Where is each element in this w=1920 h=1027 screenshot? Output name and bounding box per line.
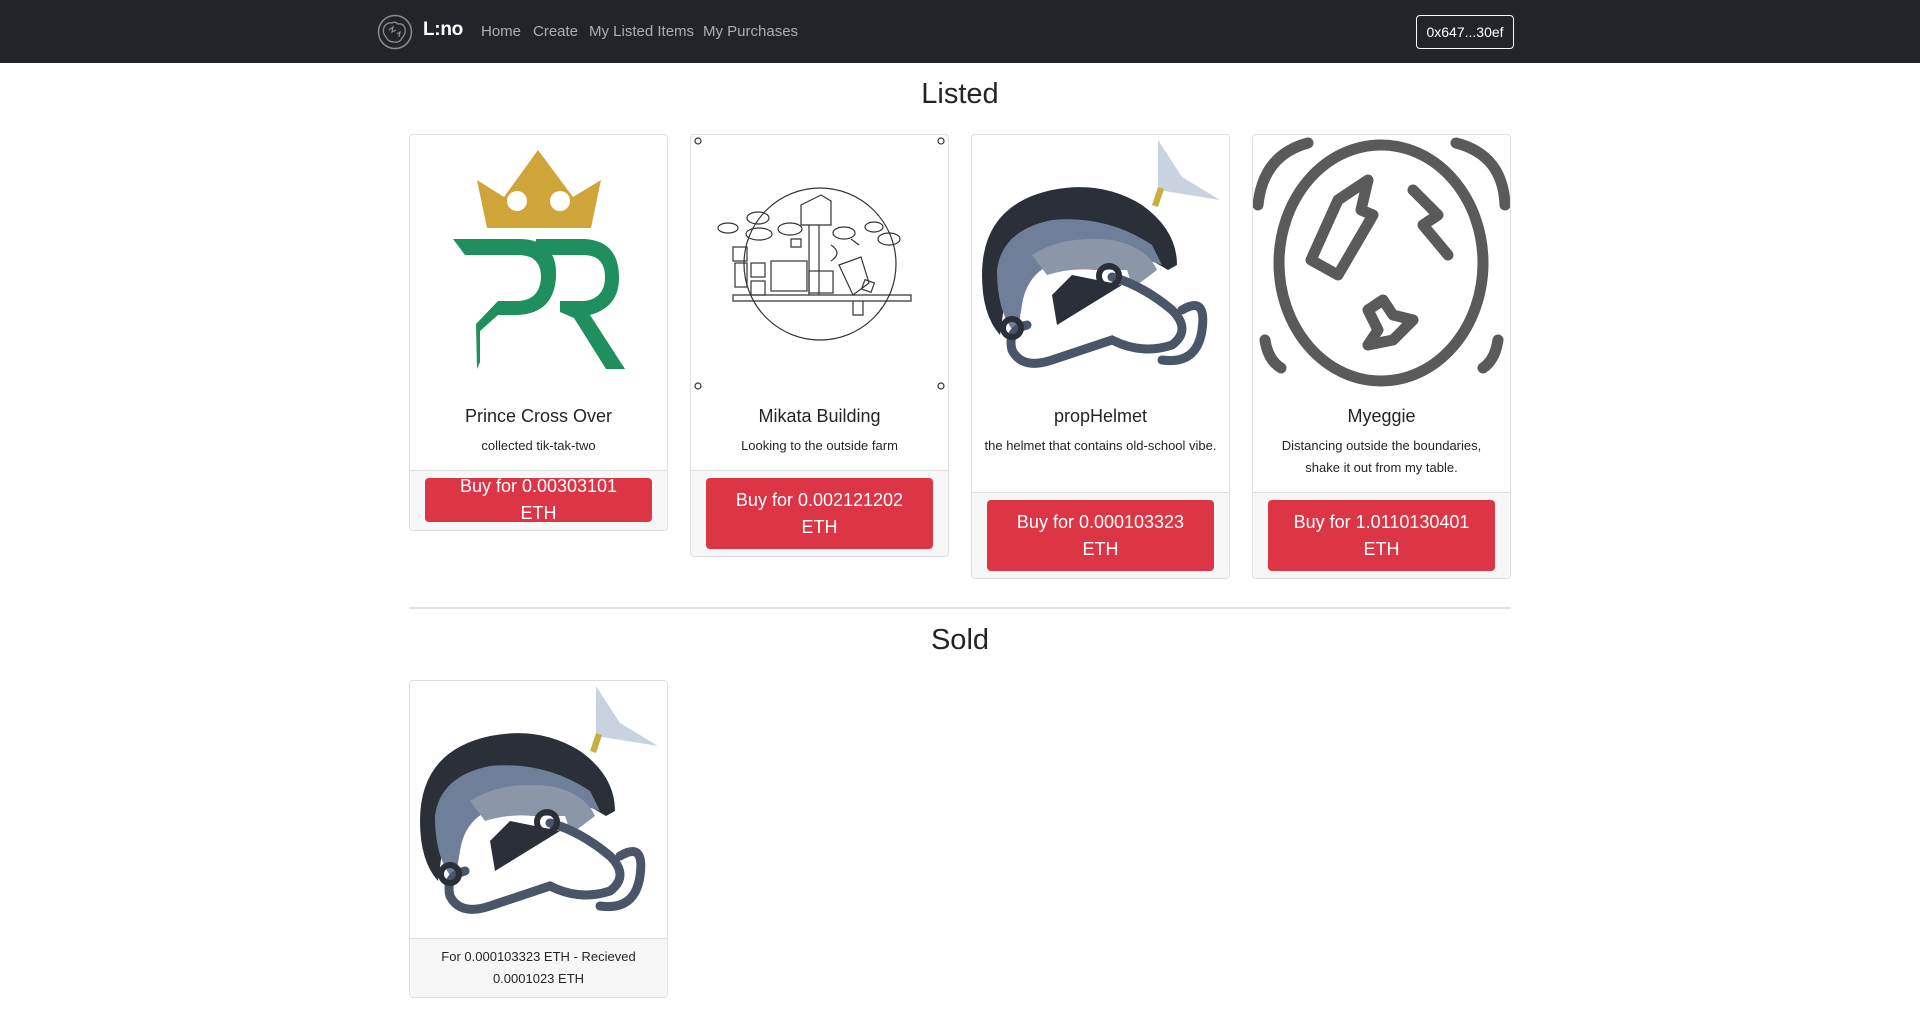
nav-my-listed-items-link[interactable]: My Listed Items: [589, 23, 694, 40]
buy-button[interactable]: Buy for 0.002121202 ETH: [706, 478, 933, 549]
item-title: propHelmet: [1053, 406, 1148, 426]
item-description: collected tik-tak-two: [481, 438, 596, 453]
nav-create-link[interactable]: Create: [533, 23, 578, 40]
cracked-egg-icon: [1253, 135, 1510, 392]
pr-crown-logo-icon: [410, 135, 667, 392]
buy-button[interactable]: Buy for 0.00303101 ETH: [425, 476, 652, 523]
item-description: Distancing outside the boundaries, shake…: [1281, 438, 1482, 475]
brand-name[interactable]: L:no: [423, 19, 463, 41]
building-sketch-icon: [691, 135, 948, 392]
nav-my-purchases-link[interactable]: My Purchases: [703, 23, 798, 40]
item-title: Mikata Building: [758, 406, 881, 426]
helmet-illustration-icon: [410, 681, 667, 938]
item-title: Myeggie: [1347, 406, 1416, 426]
buy-button[interactable]: Buy for 1.0110130401 ETH: [1268, 500, 1495, 571]
wallet-address-button[interactable]: 0x647...30ef: [1416, 15, 1514, 49]
item-description: the helmet that contains old-school vibe…: [984, 438, 1217, 453]
section-divider: [409, 607, 1511, 609]
listed-heading: Listed: [921, 78, 999, 110]
card-footer: Buy for 0.002121202 ETH: [691, 470, 948, 556]
listed-item-card: Prince Cross Over collected tik-tak-two …: [409, 134, 668, 531]
listed-item-card: propHelmet the helmet that contains old-…: [971, 134, 1230, 579]
listed-item-card: Myeggie Distancing outside the boundarie…: [1252, 134, 1511, 579]
nav-home-link[interactable]: Home: [481, 23, 521, 40]
card-footer: Buy for 0.000103323 ETH: [972, 492, 1229, 578]
card-footer: Buy for 1.0110130401 ETH: [1253, 492, 1510, 578]
top-navbar: L:no Home Create My Listed Items My Purc…: [0, 0, 1920, 63]
card-footer: Buy for 0.00303101 ETH: [410, 470, 667, 530]
brand-logo-icon[interactable]: [376, 13, 414, 51]
sold-heading: Sold: [930, 624, 990, 656]
buy-button[interactable]: Buy for 0.000103323 ETH: [987, 500, 1214, 571]
item-title: Prince Cross Over: [464, 406, 613, 426]
item-description: Looking to the outside farm: [741, 438, 898, 453]
sold-price-info: For 0.000103323 ETH - Recieved 0.0001023…: [410, 938, 667, 997]
helmet-illustration-icon: [972, 135, 1229, 392]
listed-item-card: Mikata Building Looking to the outside f…: [690, 134, 949, 557]
sold-item-card: For 0.000103323 ETH - Recieved 0.0001023…: [409, 680, 668, 998]
